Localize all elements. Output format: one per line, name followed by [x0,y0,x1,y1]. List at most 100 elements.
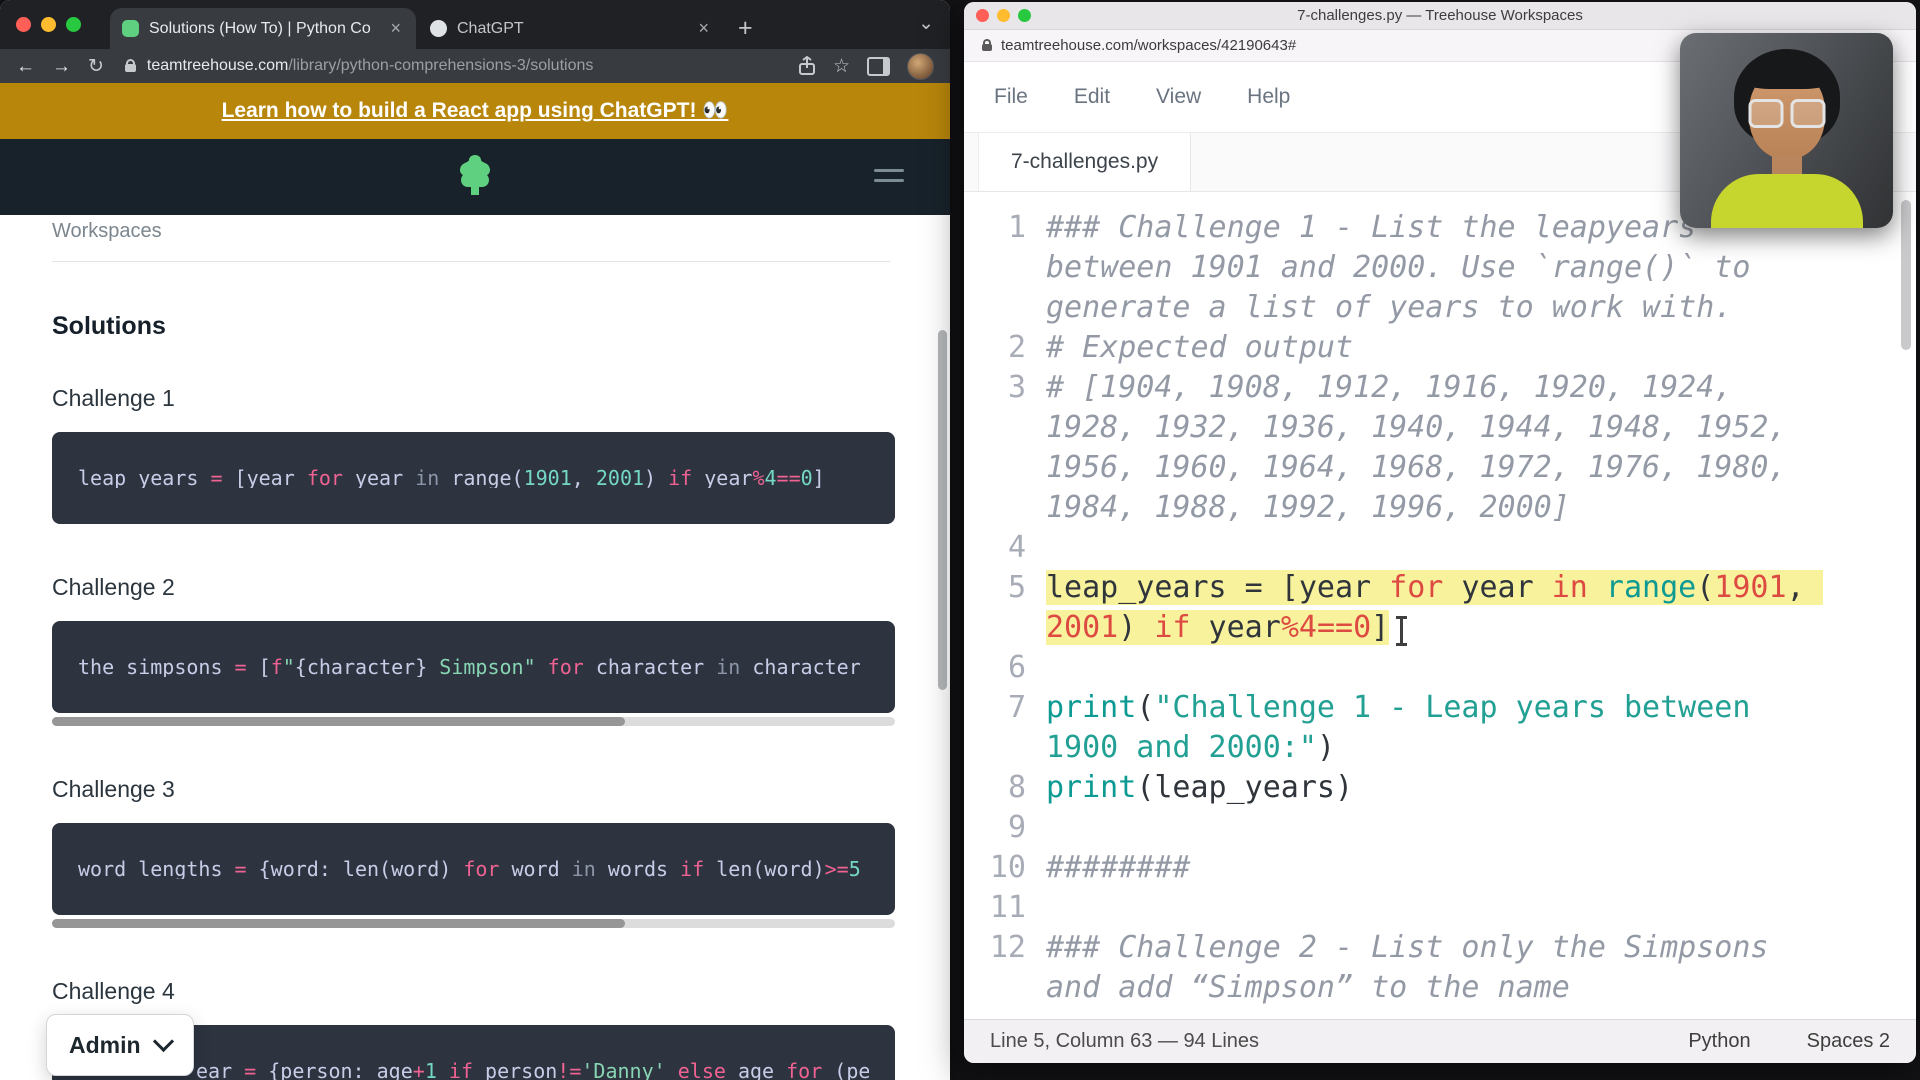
new-tab-button[interactable]: + [738,16,753,41]
code-token [437,1061,449,1080]
code-line[interactable]: # Expected output [1046,328,1836,368]
zoom-window-button[interactable] [66,17,81,32]
code-token: age [726,1061,786,1080]
code-token: = [210,468,222,488]
code-token: % [752,468,764,488]
code-token: 1901 [524,468,572,488]
editor-line: 2# Expected output [964,328,1916,368]
code-token [439,468,451,488]
code-token: if [668,468,692,488]
code-line[interactable]: ######## [1046,848,1836,888]
code-token: ] [1371,610,1389,645]
code-token: for [548,657,584,677]
editor-scrollbar-thumb[interactable] [1901,200,1911,350]
page-scrollbar-thumb[interactable] [938,330,947,690]
editor-line: 3# [1904, 1908, 1912, 1916, 1920, 1924, … [964,368,1916,528]
tab-close-icon[interactable]: × [695,18,712,39]
reload-button[interactable]: ↻ [88,57,104,76]
treehouse-logo[interactable] [455,153,495,202]
scrollbar-thumb[interactable] [52,919,625,928]
code-token: ### Challenge 2 - List only the Simpsons… [1046,930,1787,1005]
language-mode-status[interactable]: Python [1688,1030,1750,1053]
browser-toolbar: ← → ↻ teamtreehouse.com/library/python-c… [0,49,950,83]
editor-line: 11 [964,888,1916,928]
code-line[interactable] [1046,888,1836,928]
code-token: 'Danny' [581,1061,665,1080]
browser-tab[interactable]: Solutions (How To) | Python Co× [110,8,416,49]
code-token: year [692,468,752,488]
bookmark-star-icon[interactable]: ☆ [833,55,850,78]
editor-tab[interactable]: 7-challenges.py [978,133,1191,191]
code-token: 4 [764,468,776,488]
code-token: year [247,468,307,488]
menu-view[interactable]: View [1156,85,1201,109]
workspace-titlebar: 7-challenges.py — Treehouse Workspaces [964,2,1916,30]
code-line[interactable]: ### Challenge 2 - List only the Simpsons… [1046,928,1836,1008]
editor-line: 5leap_years = [year for year in range(19… [964,568,1916,648]
tab-label: ChatGPT [457,20,685,38]
minimize-window-button[interactable] [997,9,1010,22]
forward-button[interactable]: → [52,57,71,76]
code-line[interactable] [1046,528,1836,568]
code-token [536,657,548,677]
banner-link[interactable]: Learn how to build a React app using Cha… [222,99,729,123]
editor-lines: 1### Challenge 1 - List the leapyears be… [964,208,1916,1008]
code-token: if [449,1061,473,1080]
code-line[interactable] [1046,808,1836,848]
code-snippet-block: leap_years = [year for year in range(190… [52,432,895,524]
code-token: " [283,657,295,677]
code-line[interactable]: # [1904, 1908, 1912, 1916, 1920, 1924, 1… [1046,368,1836,528]
code-token: the_simpsons [78,657,235,677]
code-snippet-line: word_lengths = {word: len(word) for word… [78,859,869,879]
sidebar-icon[interactable] [867,57,890,76]
code-line[interactable]: print("Challenge 1 - Leap years between … [1046,688,1836,768]
code-line[interactable] [1046,648,1836,688]
code-token: leap_years = [year [1046,570,1389,605]
promo-banner: Learn how to build a React app using Cha… [0,83,950,139]
zoom-window-button[interactable] [1018,9,1031,22]
code-token: ) [644,468,668,488]
code-line[interactable]: leap_years = [year for year in range(190… [1046,568,1836,648]
code-token: + [413,1061,425,1080]
nav-item-workspaces[interactable]: Workspaces [52,220,950,243]
challenge-heading: Challenge 1 [52,385,950,412]
code-token: [ [223,468,247,488]
code-token: 0 [801,468,813,488]
back-button[interactable]: ← [16,57,35,76]
code-token: ( [1136,690,1154,725]
hamburger-menu-icon[interactable] [874,169,904,182]
code-token: 2001 [596,468,644,488]
share-icon[interactable] [798,56,816,76]
admin-button[interactable]: Admin [46,1014,194,1076]
scrollbar-thumb[interactable] [52,717,625,726]
code-token: range [451,468,511,488]
tab-close-icon[interactable]: × [387,18,404,39]
line-number: 12 [964,928,1046,1008]
line-number: 4 [964,528,1046,568]
code-token: == [777,468,801,488]
close-window-button[interactable] [16,17,31,32]
code-editor[interactable]: 1### Challenge 1 - List the leapyears be… [964,192,1916,1025]
code-snippet-block: word_lengths = {word: len(word) for word… [52,823,895,915]
editor-statusbar: Line 5, Column 63 — 94 Lines Python Spac… [964,1019,1916,1063]
profile-avatar[interactable] [907,53,934,80]
editor-line: 12### Challenge 2 - List only the Simpso… [964,928,1916,1008]
close-window-button[interactable] [976,9,989,22]
editor-line: 9 [964,808,1916,848]
line-number: 8 [964,768,1046,808]
menu-help[interactable]: Help [1247,85,1290,109]
menu-file[interactable]: File [994,85,1028,109]
indentation-status[interactable]: Spaces 2 [1807,1030,1890,1053]
code-token: 4 [1299,610,1317,645]
horizontal-scrollbar[interactable] [52,919,895,928]
ssl-padlock-icon [982,44,992,51]
horizontal-scrollbar[interactable] [52,717,895,726]
minimize-window-button[interactable] [41,17,56,32]
tab-search-chevron-icon[interactable]: ⌄ [918,12,934,35]
cursor-position-status: Line 5, Column 63 — 94 Lines [990,1030,1259,1053]
challenge-list: Challenge 1 leap_years = [year for year i… [52,385,950,1080]
code-line[interactable]: print(leap_years) [1046,768,1836,808]
menu-edit[interactable]: Edit [1074,85,1110,109]
browser-tab[interactable]: ChatGPT × [418,8,724,49]
address-bar[interactable]: teamtreehouse.com/library/python-compreh… [147,57,593,75]
